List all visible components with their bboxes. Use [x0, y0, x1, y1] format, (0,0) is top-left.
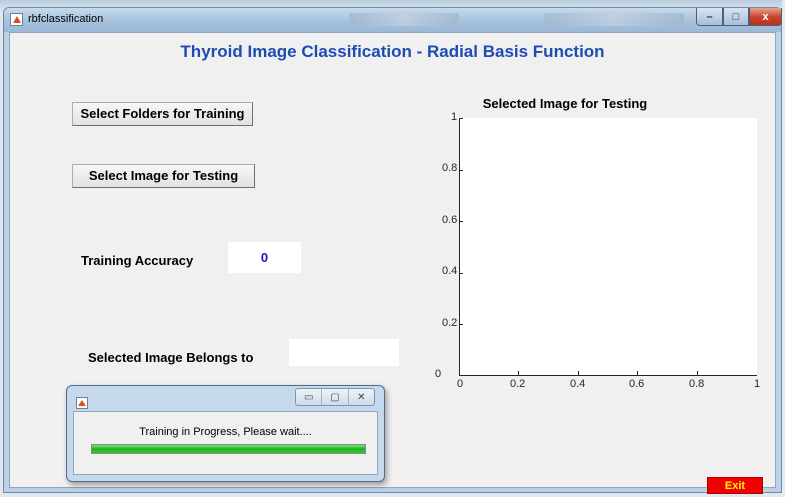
- maximize-button[interactable]: □: [723, 8, 749, 26]
- x-tick-label: 1: [754, 378, 761, 390]
- y-tick-mark: [459, 118, 463, 119]
- image-axes[interactable]: [459, 118, 757, 376]
- x-tick-label: 0.6: [629, 378, 645, 390]
- select-folders-button[interactable]: Select Folders for Training: [72, 102, 253, 126]
- x-tick-mark: [637, 371, 638, 375]
- y-tick-label: 0.4: [442, 265, 458, 277]
- y-tick-mark: [459, 324, 463, 325]
- x-tick-label: 0.8: [689, 378, 705, 390]
- window-title: rbfclassification: [28, 13, 104, 25]
- x-tick-label: 0.2: [510, 378, 526, 390]
- x-tick-mark: [518, 371, 519, 375]
- dialog-body: Training in Progress, Please wait....: [73, 411, 378, 475]
- training-accuracy-label: Training Accuracy: [81, 253, 194, 268]
- x-tick-mark: [697, 371, 698, 375]
- matlab-icon: [10, 13, 23, 26]
- y-tick-mark: [459, 170, 463, 171]
- y-tick-mark: [459, 221, 463, 222]
- progress-bar-fill: [92, 445, 365, 453]
- dialog-minimize-button[interactable]: ▭: [296, 389, 323, 405]
- progress-message: Training in Progress, Please wait....: [139, 426, 312, 438]
- progress-bar: [91, 444, 366, 454]
- blurred-title-area: [349, 13, 459, 26]
- belongs-to-field: [289, 339, 399, 366]
- belongs-to-label: Selected Image Belongs to: [88, 350, 254, 365]
- axes-title: Selected Image for Testing: [482, 96, 648, 111]
- x-tick-label: 0.4: [570, 378, 586, 390]
- progress-dialog: ▭ ▢ ✕ Training in Progress, Please wait.…: [66, 385, 385, 482]
- dialog-maximize-button[interactable]: ▢: [322, 389, 349, 405]
- exit-button[interactable]: Exit: [707, 477, 763, 494]
- matlab-icon: [76, 397, 88, 409]
- y-tick-label: 0.8: [442, 162, 458, 174]
- y-tick-label: 1: [451, 111, 458, 123]
- y-tick-label: 0.6: [442, 214, 458, 226]
- x-tick-label: 0: [457, 378, 464, 390]
- y-tick-label: 0: [435, 368, 442, 380]
- title-bar[interactable]: rbfclassification – □ x: [4, 8, 782, 32]
- dialog-close-button[interactable]: ✕: [349, 389, 374, 405]
- page-title: Thyroid Image Classification - Radial Ba…: [180, 42, 605, 61]
- blurred-title-area: [544, 13, 684, 26]
- y-tick-mark: [459, 273, 463, 274]
- y-tick-label: 0.2: [442, 317, 458, 329]
- training-accuracy-value: 0: [260, 250, 269, 265]
- x-tick-mark: [578, 371, 579, 375]
- minimize-button[interactable]: –: [696, 8, 723, 26]
- select-image-button[interactable]: Select Image for Testing: [72, 164, 255, 188]
- dialog-window-controls: ▭ ▢ ✕: [295, 388, 375, 406]
- training-accuracy-field: 0: [228, 242, 301, 273]
- close-button[interactable]: x: [749, 8, 782, 26]
